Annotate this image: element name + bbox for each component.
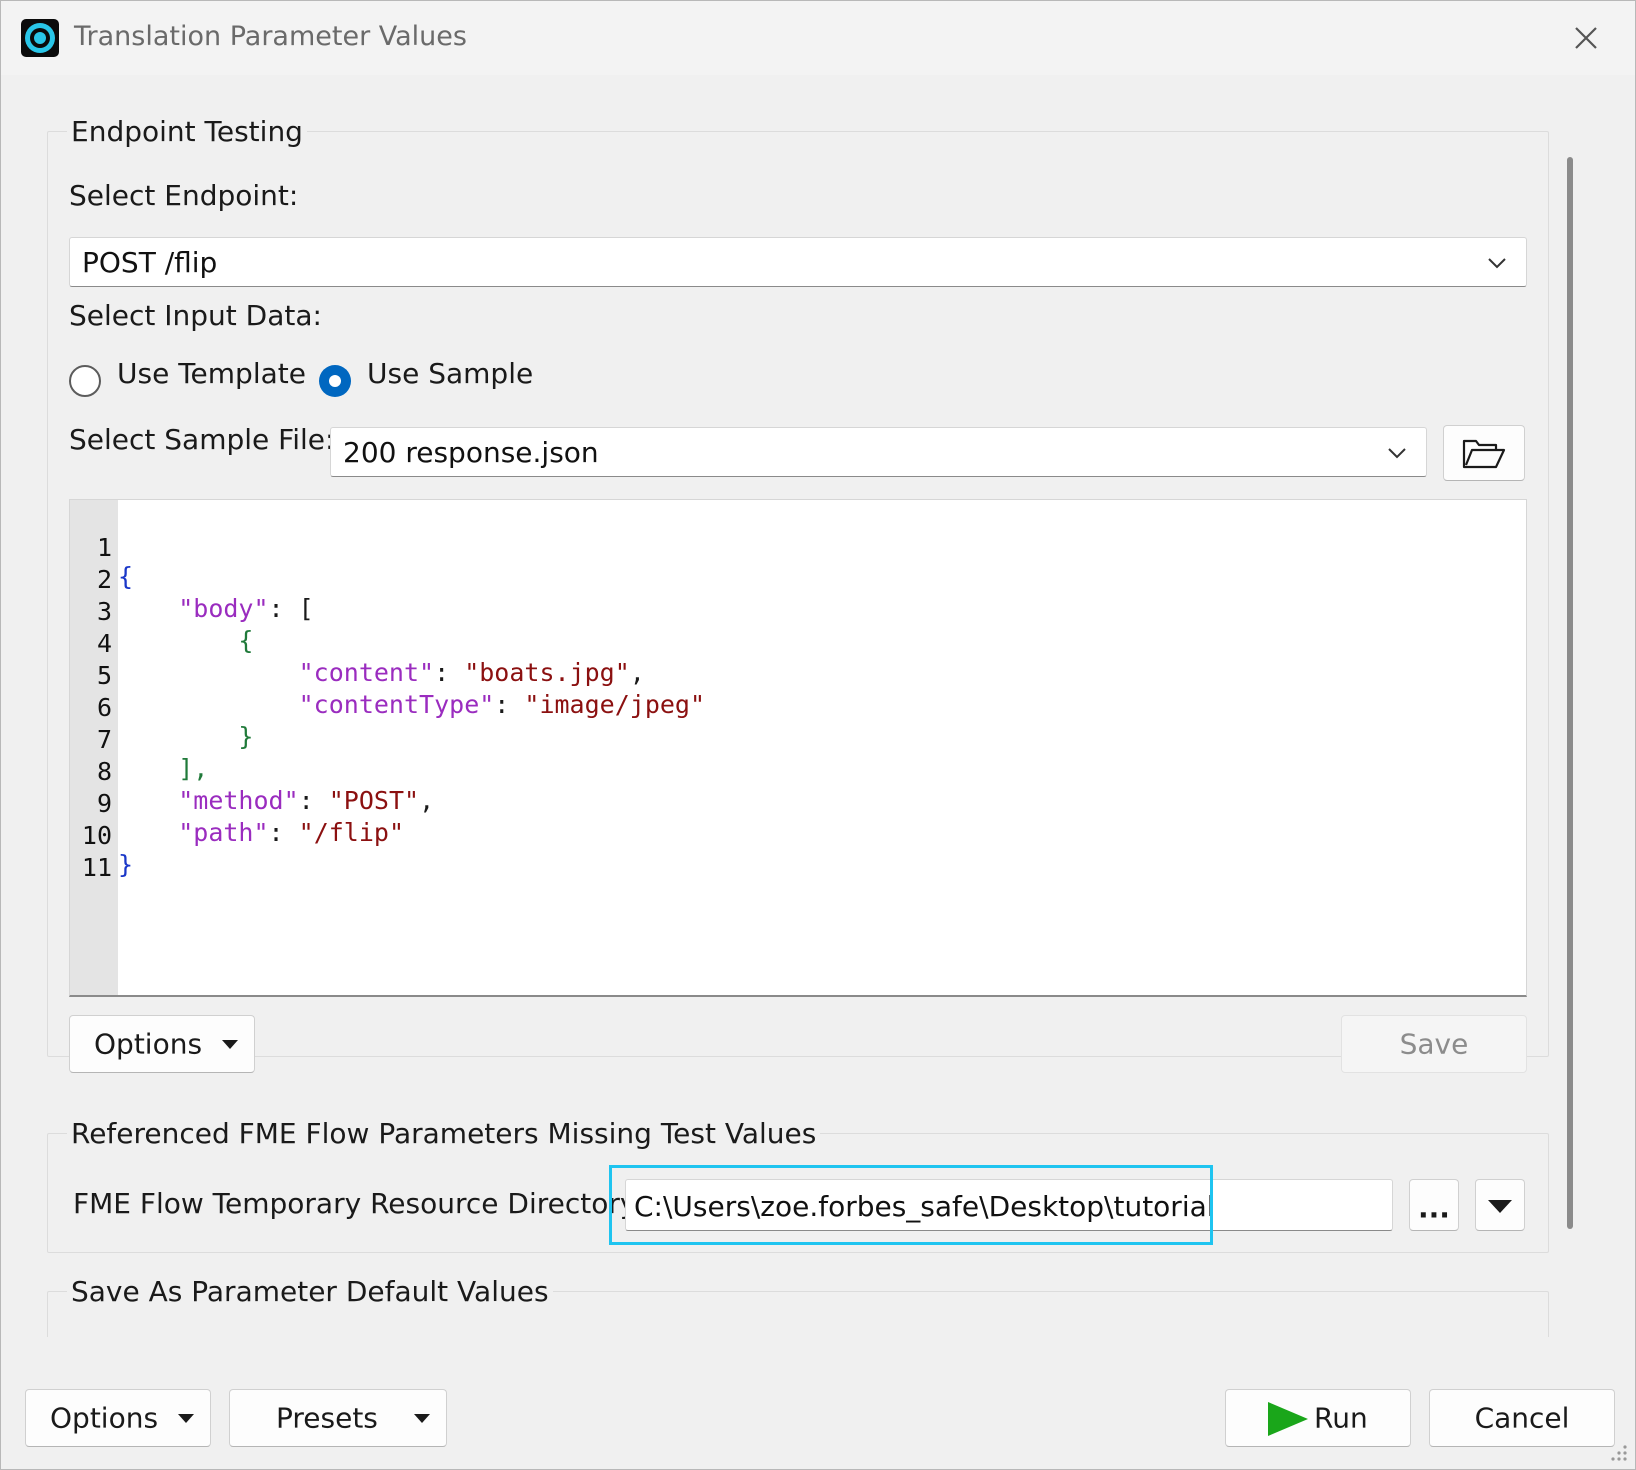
temp-dir-browse-button[interactable]: ... [1409,1179,1459,1231]
fme-app-icon [21,19,59,57]
code-line: 10 } [81,821,134,879]
chevron-down-icon [1488,258,1506,269]
endpoint-dropdown[interactable]: POST /flip [69,237,1527,287]
temp-dir-menu-button[interactable] [1475,1179,1525,1231]
json-code-editor[interactable]: 1 { 2 "body": [ 3 { 4 "content": "boats.… [69,499,1527,997]
presets-button[interactable]: Presets [229,1389,447,1447]
radio-use-template-label[interactable]: Use Template [117,357,306,390]
radio-use-sample[interactable] [319,365,351,397]
temp-dir-label: FME Flow Temporary Resource Directory: [73,1187,644,1220]
folder-open-icon [1462,439,1506,469]
caret-down-icon [178,1414,194,1423]
endpoint-testing-title: Endpoint Testing [67,115,307,148]
vertical-scrollbar[interactable] [1567,157,1573,1229]
highlight-annotation [609,1165,1213,1245]
code-line: 4 "content": "boats.jpg", [96,629,645,687]
code-line: 2 "body": [ [96,565,314,623]
editor-options-button[interactable]: Options [69,1015,255,1073]
code-line: 7 ], [96,725,209,783]
caret-down-icon [222,1040,238,1049]
save-sample-button[interactable]: Save [1341,1015,1527,1073]
title-bar: Translation Parameter Values [1,1,1635,75]
close-icon[interactable] [1567,19,1605,57]
caret-down-icon [1488,1200,1512,1213]
save-defaults-title: Save As Parameter Default Values [67,1275,553,1308]
code-line: 8 "method": "POST", [96,757,435,815]
browse-folder-button[interactable] [1443,425,1525,481]
caret-down-icon [414,1414,430,1423]
code-line: 9 "path": "/flip" [96,789,404,847]
select-endpoint-label: Select Endpoint: [69,179,299,212]
radio-use-template[interactable] [69,365,101,397]
select-sample-label: Select Sample File: [69,423,335,456]
endpoint-dropdown-value: POST /flip [82,246,218,279]
sample-file-dropdown[interactable]: 200 response.json [330,427,1427,477]
dialog-window: Translation Parameter Values Endpoint Te… [0,0,1636,1470]
footer-options-button[interactable]: Options [25,1389,211,1447]
scroll-content: Endpoint Testing Select Endpoint: POST /… [1,75,1579,1337]
code-line: 1 { [96,533,134,591]
missing-params-title: Referenced FME Flow Parameters Missing T… [67,1117,821,1150]
play-icon [1268,1402,1308,1436]
code-line: 3 { [96,597,254,655]
select-input-label: Select Input Data: [69,299,322,332]
cancel-button[interactable]: Cancel [1429,1389,1615,1447]
code-line: 6 } [96,693,254,751]
sample-file-value: 200 response.json [343,436,599,469]
chevron-down-icon [1388,448,1406,459]
radio-use-sample-label[interactable]: Use Sample [367,357,533,390]
window-title: Translation Parameter Values [74,21,467,52]
code-line: 11 [81,853,112,882]
run-button[interactable]: Run [1225,1389,1411,1447]
code-line: 5 "contentType": "image/jpeg" [96,661,706,719]
resize-grip-icon[interactable] [1607,1441,1629,1463]
